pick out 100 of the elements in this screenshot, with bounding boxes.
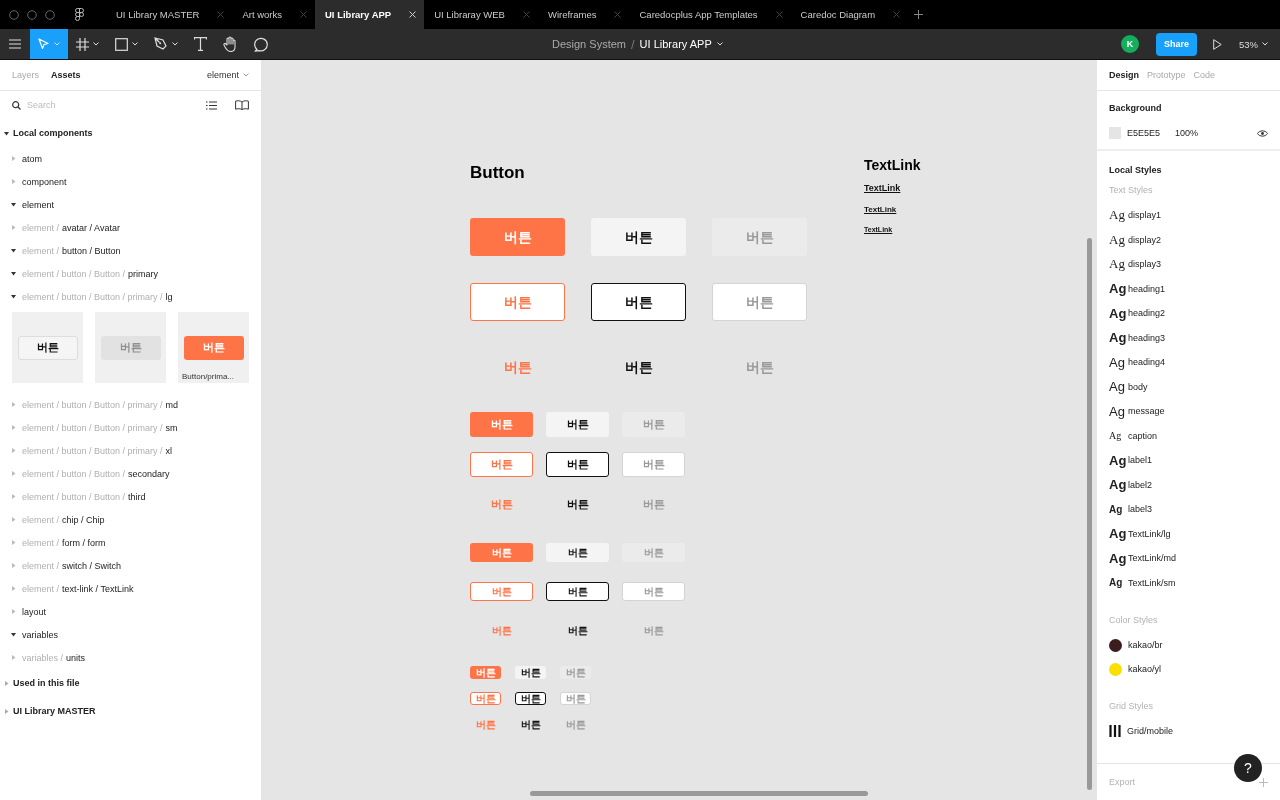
play-icon[interactable] xyxy=(1213,38,1222,50)
text-style-name[interactable]: caption xyxy=(1128,430,1158,441)
text-style-name[interactable]: TextLink/sm xyxy=(1128,577,1176,588)
button-component: 버튼 xyxy=(622,452,685,477)
file-tab[interactable]: Caredocplus App Templates xyxy=(629,0,791,29)
text-style-name[interactable]: label3 xyxy=(1128,504,1153,515)
logo-icon[interactable] xyxy=(75,8,84,21)
subsection-heading: Color Styles xyxy=(1109,615,1159,625)
color-swatch[interactable] xyxy=(1109,127,1121,139)
section-header[interactable]: Used in this file xyxy=(0,669,261,697)
add-icon[interactable] xyxy=(914,10,924,19)
asset-folder[interactable]: element / avatar / Avatar xyxy=(0,216,261,239)
menu-icon[interactable] xyxy=(9,39,21,49)
text-style-name[interactable]: label2 xyxy=(1128,479,1153,490)
asset-folder[interactable]: element / button / Button / secondary xyxy=(0,462,261,485)
file-name[interactable]: UI Library APP xyxy=(639,38,712,50)
asset-folder[interactable]: layout xyxy=(0,600,261,623)
asset-folder[interactable]: element / chip / Chip xyxy=(0,508,261,531)
asset-folder[interactable]: atom xyxy=(0,147,261,170)
component-preview: 버튼 xyxy=(100,335,161,360)
color-style-name[interactable]: kakao/br xyxy=(1128,640,1163,650)
button-component: 버튼 xyxy=(474,718,497,731)
type-sample: Ag xyxy=(1109,379,1123,395)
text-style-name[interactable]: heading3 xyxy=(1128,332,1166,343)
asset-folder[interactable]: variables / units xyxy=(0,646,261,669)
asset-folder[interactable]: variables xyxy=(0,623,261,646)
file-tab[interactable]: Caredoc Diagram xyxy=(790,0,909,29)
button-component: 버튼 xyxy=(470,582,533,601)
component-preview: 버튼 xyxy=(183,335,244,360)
text-style-name[interactable]: TextLink/md xyxy=(1128,553,1177,564)
file-tab[interactable]: UI Libraray WEB xyxy=(424,0,538,29)
search-icon xyxy=(12,100,21,110)
asset-folder[interactable]: component xyxy=(0,170,261,193)
file-tab[interactable]: UI Library APP xyxy=(315,0,425,29)
file-tab[interactable]: Art works xyxy=(232,0,315,29)
asset-folder[interactable]: element / button / Button / primary xyxy=(0,262,261,285)
library-selector[interactable]: element xyxy=(206,70,239,80)
color-value[interactable]: E5E5E5 xyxy=(1127,128,1175,138)
text-style-name[interactable]: heading4 xyxy=(1128,357,1166,368)
section-header[interactable]: UI Library MASTER xyxy=(0,697,261,725)
text-link-component: TextLink xyxy=(864,205,897,214)
frame-title: Button xyxy=(470,162,526,184)
section-header[interactable]: Local components xyxy=(0,119,261,147)
asset-folder[interactable]: element / button / Button / primary / sm xyxy=(0,416,261,439)
project-name[interactable]: Design System xyxy=(552,38,626,50)
text-style-name[interactable]: display3 xyxy=(1128,259,1162,270)
text-icon xyxy=(194,37,207,51)
button-component: 버튼 xyxy=(712,218,807,256)
component-thumbnail[interactable]: 버튼 xyxy=(12,312,83,383)
asset-folder[interactable]: element / button / Button / primary / xl xyxy=(0,439,261,462)
zoom-level[interactable]: 53% xyxy=(1239,38,1258,50)
type-sample: Ag xyxy=(1109,354,1123,370)
button-component: 버튼 xyxy=(546,582,609,601)
button-component: 버튼 xyxy=(470,218,565,256)
type-sample: Ag xyxy=(1109,430,1123,442)
button-component: 버튼 xyxy=(470,283,565,321)
asset-folder[interactable]: element / button / Button / third xyxy=(0,485,261,508)
asset-folder[interactable]: element / button / Button xyxy=(0,239,261,262)
panel-tab[interactable]: Design xyxy=(1109,70,1139,80)
component-thumbnail[interactable]: 버튼 Button/prima... xyxy=(178,312,249,383)
text-style-name[interactable]: heading1 xyxy=(1128,283,1166,294)
text-style-name[interactable]: TextLink/lg xyxy=(1128,528,1171,539)
list-view-icon[interactable] xyxy=(206,100,217,110)
text-link-component: TextLink xyxy=(864,183,901,193)
section-heading: Background xyxy=(1109,103,1163,113)
asset-folder[interactable]: element / form / form xyxy=(0,531,261,554)
window-controls-icon[interactable] xyxy=(9,9,55,20)
pen-icon xyxy=(154,37,168,51)
frame-title: TextLink xyxy=(864,157,921,173)
comment-icon xyxy=(254,36,269,52)
panel-tab[interactable]: Assets xyxy=(51,70,81,80)
asset-folder[interactable]: element / text-link / TextLink xyxy=(0,577,261,600)
text-style-name[interactable]: display1 xyxy=(1128,210,1162,221)
asset-folder[interactable]: element / button / Button / primary / md xyxy=(0,393,261,416)
grid-style-name[interactable]: Grid/mobile xyxy=(1127,726,1173,736)
text-style-name[interactable]: heading2 xyxy=(1128,308,1166,319)
rectangle-icon xyxy=(115,37,128,51)
button-component: 버튼 xyxy=(470,666,501,679)
frame-icon xyxy=(76,37,89,51)
scrollbar[interactable] xyxy=(530,791,868,796)
button-component: 버튼 xyxy=(489,497,514,512)
file-tab[interactable]: UI Library MASTER xyxy=(106,0,233,29)
text-style-name[interactable]: body xyxy=(1128,381,1148,392)
color-style-name[interactable]: kakao/yl xyxy=(1128,664,1162,674)
scrollbar[interactable] xyxy=(1087,238,1092,790)
text-style-name[interactable]: label1 xyxy=(1128,455,1153,466)
asset-folder[interactable]: element / switch / Switch xyxy=(0,554,261,577)
book-icon[interactable] xyxy=(235,100,249,110)
button-component: 버튼 xyxy=(515,666,546,679)
asset-folder[interactable]: element xyxy=(0,193,261,216)
text-style-name[interactable]: display2 xyxy=(1128,234,1162,245)
file-tab[interactable]: Wireframes xyxy=(537,0,630,29)
eye-icon[interactable] xyxy=(1257,129,1268,137)
button-component: 버튼 xyxy=(546,412,609,437)
section-heading: Local Styles xyxy=(1109,165,1163,175)
text-style-name[interactable]: message xyxy=(1128,406,1165,417)
asset-folder[interactable]: element / button / Button / primary / lg xyxy=(0,285,261,308)
button-component: 버튼 xyxy=(470,452,533,477)
button-component: 버튼 xyxy=(744,358,775,377)
opacity-value[interactable]: 100% xyxy=(1175,128,1257,138)
